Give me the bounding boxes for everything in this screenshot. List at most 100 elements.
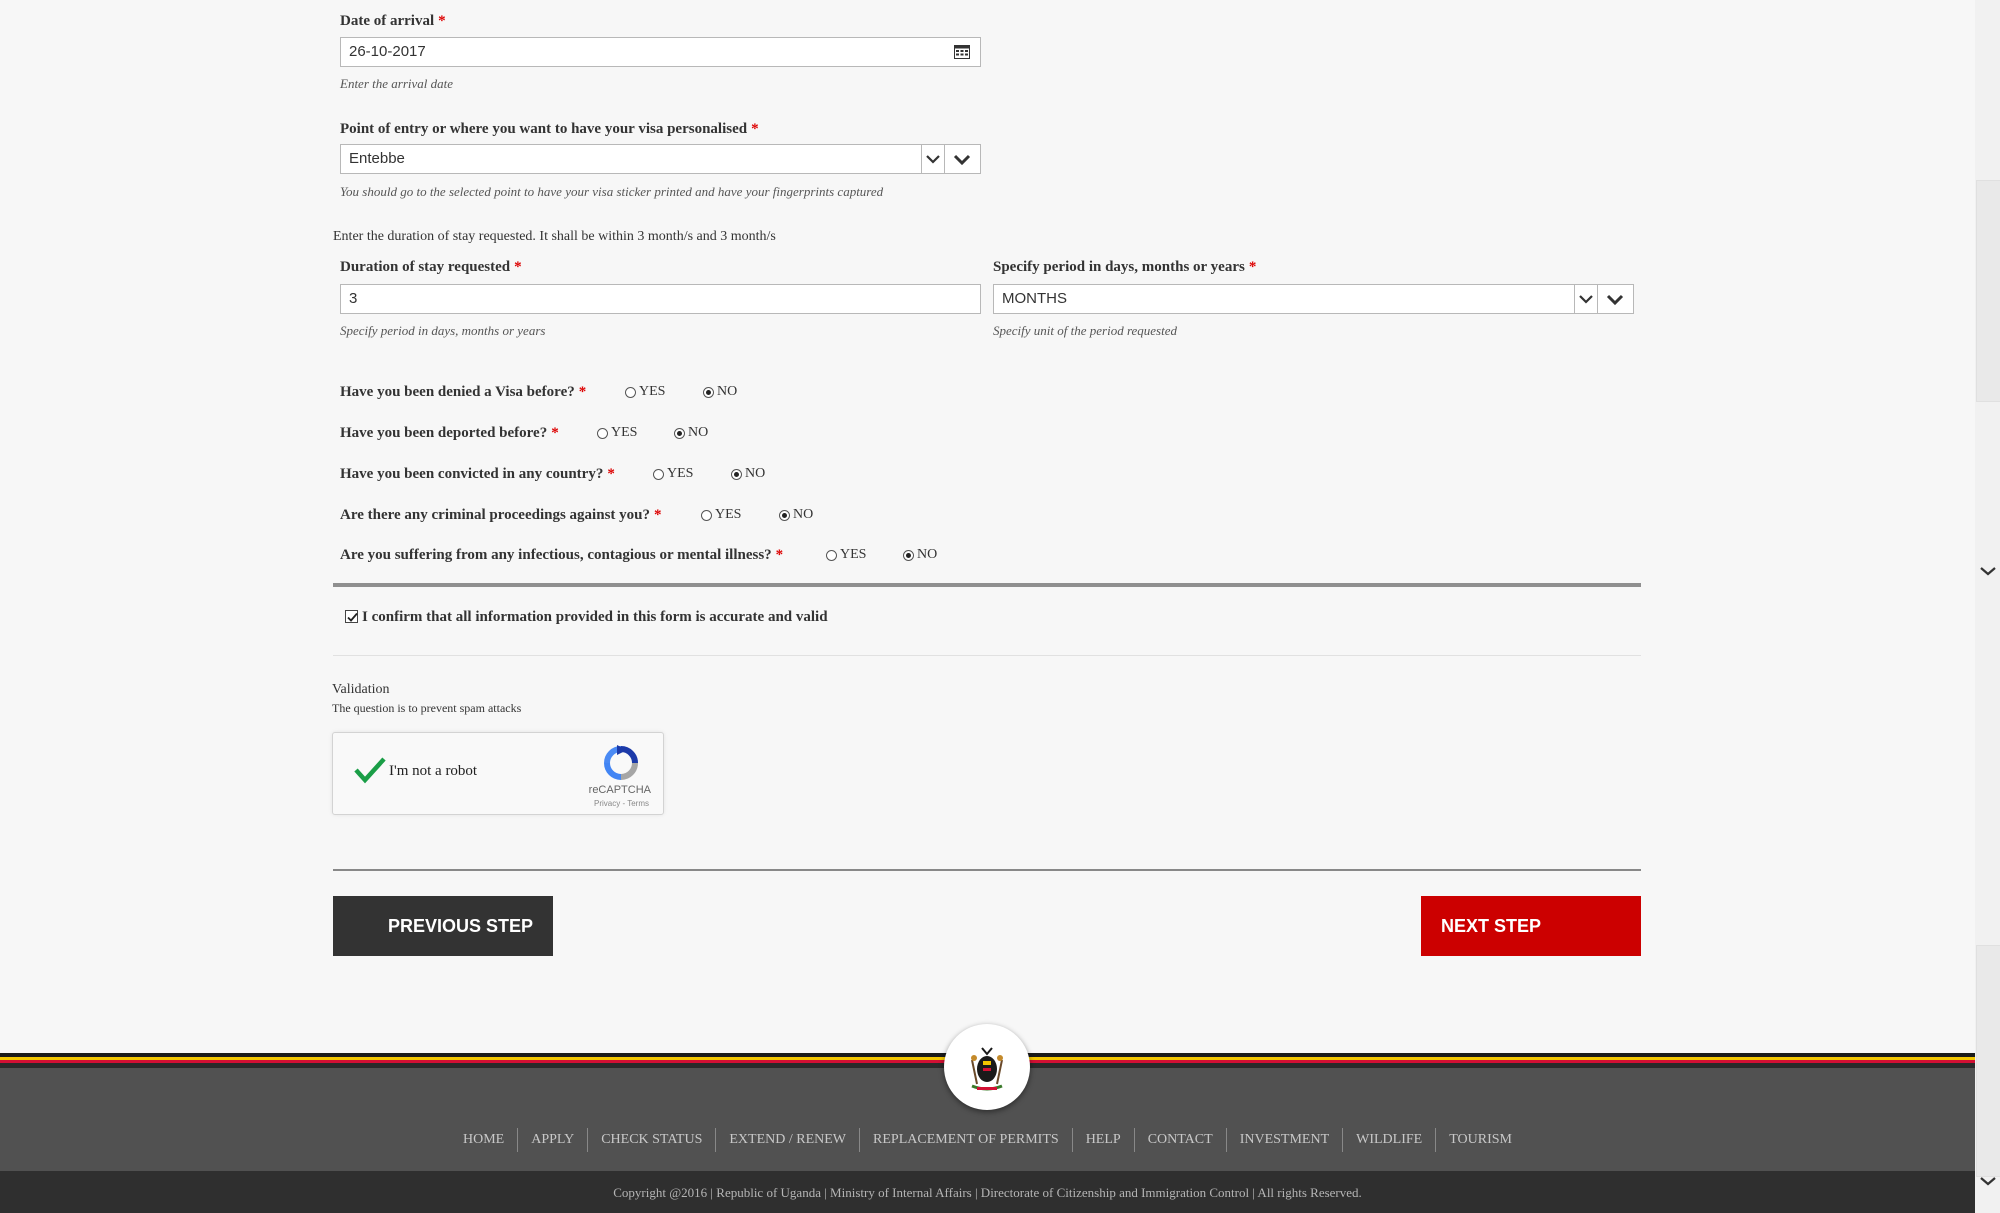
chevron-down-icon[interactable] bbox=[1597, 285, 1633, 313]
validation-subtitle: The question is to prevent spam attacks bbox=[332, 701, 522, 715]
radio-circle-selected[interactable] bbox=[779, 509, 790, 521]
radio-label: NO bbox=[793, 507, 814, 522]
duration-label: Duration of stay requested * bbox=[340, 259, 522, 276]
arrival-label: Date of arrival * bbox=[340, 13, 446, 30]
radio-circle-selected[interactable] bbox=[903, 549, 914, 561]
question-label: Have you been denied a Visa before? * bbox=[340, 384, 586, 401]
footer-link-apply[interactable]: APPLY bbox=[518, 1132, 587, 1147]
footer-link-check-status[interactable]: CHECK STATUS bbox=[588, 1132, 715, 1147]
chevron-down-icon[interactable] bbox=[1979, 1175, 1997, 1187]
question-text: Are you suffering from any infectious, c… bbox=[340, 547, 772, 563]
radio-no[interactable]: NO bbox=[731, 466, 765, 482]
radio-yes[interactable]: YES bbox=[701, 507, 741, 523]
radio-no[interactable]: NO bbox=[703, 384, 737, 400]
footer-link-extend-renew[interactable]: EXTEND / RENEW bbox=[716, 1132, 859, 1147]
chevron-down-icon[interactable] bbox=[1574, 285, 1598, 313]
entry-point-value: Entebbe bbox=[349, 150, 405, 167]
arrival-date-value: 26-10-2017 bbox=[349, 43, 426, 60]
required-marker: * bbox=[438, 13, 446, 29]
entry-hint: You should go to the selected point to h… bbox=[340, 184, 884, 199]
divider bbox=[333, 869, 1641, 871]
radio-yes[interactable]: YES bbox=[597, 425, 637, 441]
required-marker: * bbox=[551, 425, 559, 441]
footer-link-investment[interactable]: INVESTMENT bbox=[1227, 1132, 1342, 1147]
radio-label: NO bbox=[688, 425, 709, 440]
period-hint: Specify unit of the period requested bbox=[993, 323, 1177, 338]
confirm-checkbox[interactable] bbox=[345, 610, 358, 623]
question-criminal-proceedings: Are there any criminal proceedings again… bbox=[340, 506, 662, 524]
copyright-text: Copyright @2016 | Republic of Uganda | M… bbox=[613, 1185, 1362, 1200]
chevron-down-icon[interactable] bbox=[921, 145, 945, 173]
radio-circle[interactable] bbox=[701, 509, 712, 521]
radio-circle[interactable] bbox=[826, 549, 837, 561]
duration-value: 3 bbox=[349, 290, 358, 307]
radio-no[interactable]: NO bbox=[903, 547, 937, 563]
visa-application-form: Date of arrival * 26-10-2017 Enter the ar… bbox=[0, 0, 1975, 1213]
divider bbox=[333, 655, 1641, 656]
duration-note: Enter the duration of stay requested. It… bbox=[333, 229, 776, 244]
footer-link-home[interactable]: HOME bbox=[450, 1132, 517, 1147]
radio-label: NO bbox=[917, 547, 938, 562]
scrollbar-thumb[interactable] bbox=[1976, 180, 2000, 402]
period-label-text: Specify period in days, months or years bbox=[993, 259, 1245, 275]
radio-circle[interactable] bbox=[597, 427, 608, 439]
footer-link-wildlife[interactable]: WILDLIFE bbox=[1343, 1132, 1435, 1147]
required-marker: * bbox=[654, 507, 662, 523]
radio-yes[interactable]: YES bbox=[826, 547, 866, 563]
section-divider bbox=[333, 583, 1641, 587]
radio-yes[interactable]: YES bbox=[625, 384, 665, 400]
question-text: Have you been denied a Visa before? bbox=[340, 384, 575, 400]
arrival-date-input[interactable]: 26-10-2017 bbox=[340, 37, 981, 67]
duration-label-text: Duration of stay requested bbox=[340, 259, 511, 275]
validation-title: Validation bbox=[332, 682, 390, 697]
duration-input[interactable]: 3 bbox=[340, 284, 981, 314]
radio-label: NO bbox=[717, 384, 738, 399]
radio-circle-selected[interactable] bbox=[703, 386, 714, 398]
required-marker: * bbox=[607, 466, 615, 482]
checkmark-icon[interactable] bbox=[353, 755, 387, 785]
question-deported: Have you been deported before? * bbox=[340, 424, 559, 442]
recaptcha-terms-link[interactable]: Privacy - Terms bbox=[594, 799, 649, 808]
period-label: Specify period in days, months or years * bbox=[993, 259, 1256, 276]
radio-circle[interactable] bbox=[653, 468, 664, 480]
entry-label: Point of entry or where you want to have… bbox=[340, 121, 759, 138]
arrival-label-text: Date of arrival bbox=[340, 13, 435, 29]
radio-yes[interactable]: YES bbox=[653, 466, 693, 482]
previous-step-button[interactable]: PREVIOUS STEP bbox=[333, 896, 553, 956]
required-marker: * bbox=[751, 121, 759, 137]
period-select[interactable]: MONTHS bbox=[993, 284, 1634, 314]
scrollbar-thumb-secondary[interactable] bbox=[1976, 945, 2000, 1177]
radio-circle[interactable] bbox=[625, 386, 636, 398]
coat-of-arms-emblem[interactable] bbox=[944, 1024, 1030, 1110]
radio-circle-selected[interactable] bbox=[731, 468, 742, 480]
period-value: MONTHS bbox=[1002, 290, 1067, 307]
radio-label: YES bbox=[840, 547, 867, 562]
question-text: Have you been deported before? bbox=[340, 425, 548, 441]
chevron-down-icon[interactable] bbox=[944, 145, 980, 173]
chevron-down-icon[interactable] bbox=[1979, 565, 1997, 577]
recaptcha-widget[interactable]: I'm not a robot reCAPTCHA Privacy - Term… bbox=[332, 732, 664, 815]
entry-label-text: Point of entry or where you want to have… bbox=[340, 121, 748, 137]
required-marker: * bbox=[514, 259, 522, 275]
footer-nav: HOME APPLY CHECK STATUS EXTEND / RENEW REPLA… bbox=[0, 1128, 1975, 1152]
question-illness: Are you suffering from any infectious, c… bbox=[340, 546, 783, 564]
question-label: Are you suffering from any infectious, c… bbox=[340, 547, 783, 564]
footer-link-help[interactable]: HELP bbox=[1073, 1132, 1134, 1147]
footer-link-tourism[interactable]: TOURISM bbox=[1436, 1132, 1525, 1147]
entry-point-select[interactable]: Entebbe bbox=[340, 144, 981, 174]
footer-link-replacement[interactable]: REPLACEMENT OF PERMITS bbox=[860, 1132, 1072, 1147]
radio-circle-selected[interactable] bbox=[674, 427, 685, 439]
radio-no[interactable]: NO bbox=[674, 425, 708, 441]
calendar-icon[interactable] bbox=[954, 45, 970, 59]
duration-hint: Specify period in days, months or years bbox=[340, 323, 546, 338]
next-step-button[interactable]: NEXT STEP bbox=[1421, 896, 1641, 956]
recaptcha-brand: reCAPTCHA bbox=[588, 784, 651, 796]
radio-label: YES bbox=[667, 466, 694, 481]
footer-link-contact[interactable]: CONTACT bbox=[1135, 1132, 1226, 1147]
question-denied-visa: Have you been denied a Visa before? * bbox=[340, 383, 586, 401]
question-text: Have you been convicted in any country? bbox=[340, 466, 604, 482]
question-text: Are there any criminal proceedings again… bbox=[340, 507, 650, 523]
radio-no[interactable]: NO bbox=[779, 507, 813, 523]
recaptcha-logo-icon bbox=[604, 745, 638, 780]
confirm-label: I confirm that all information provided … bbox=[362, 609, 828, 625]
